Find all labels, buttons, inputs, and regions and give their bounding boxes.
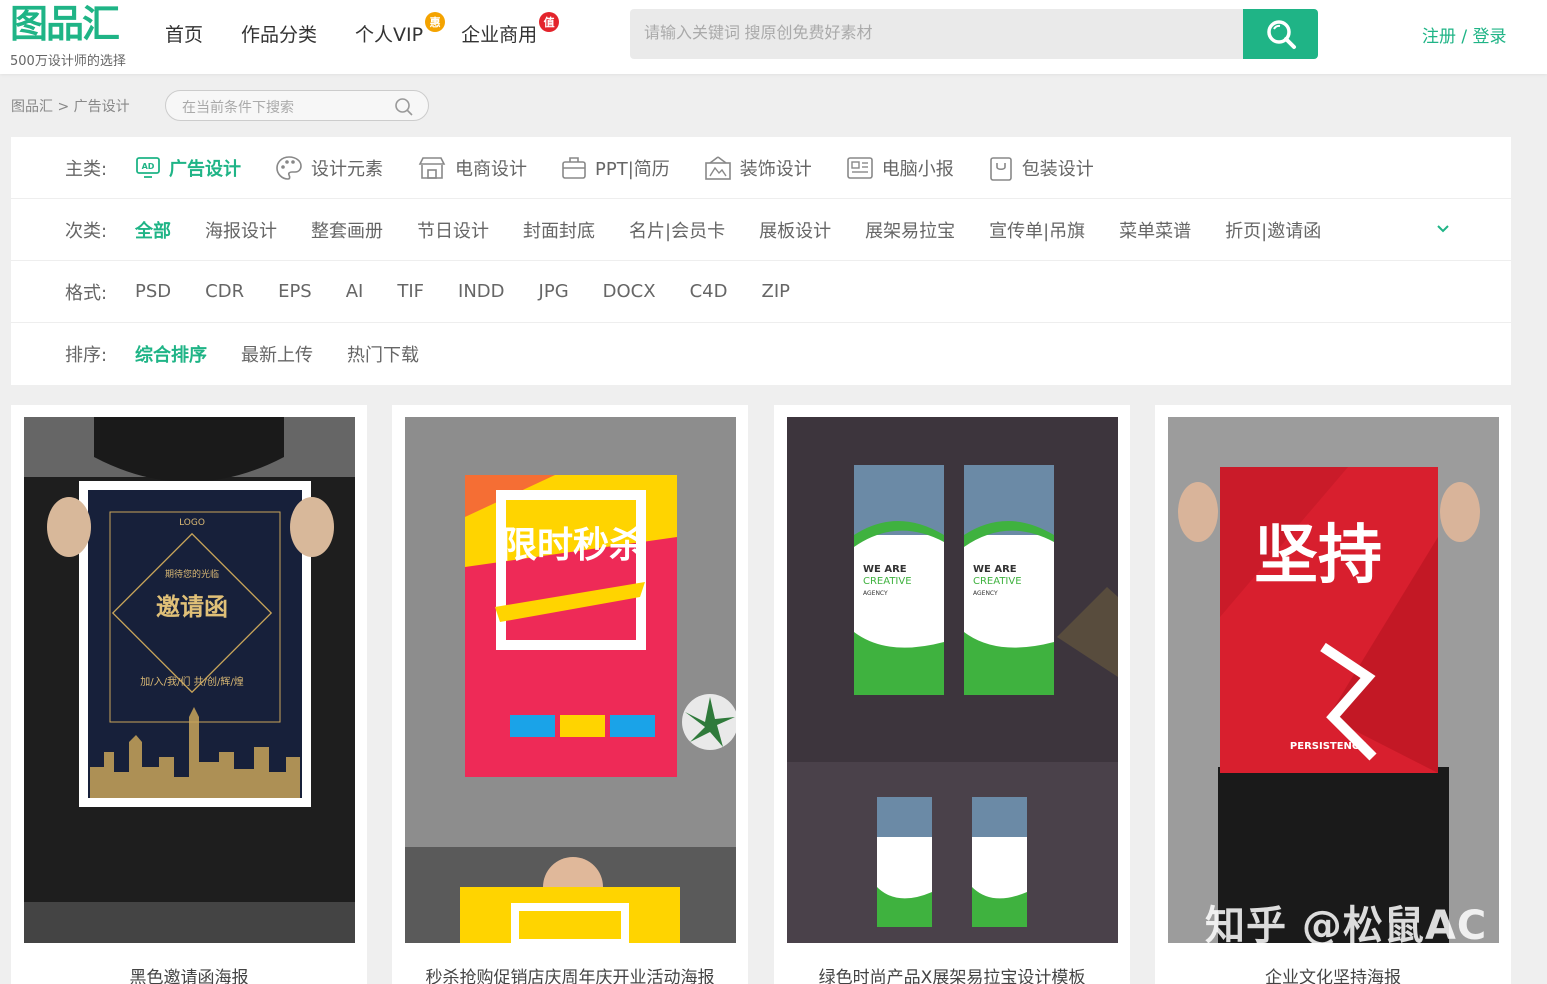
watermark-text: 知乎 @松鼠AC [1205,903,1488,949]
search-bar [630,9,1318,59]
format-option-eps[interactable]: EPS [278,281,312,302]
filter-label-main: 主类: [65,158,108,180]
filter-row-format: 格式: PSD CDR EPS AI TIF INDD JPG DOCX C4D… [11,261,1511,323]
sub-option-board[interactable]: 展板设计 [759,217,831,243]
card-thumbnail[interactable]: LOGO 期待您的光临 邀请函 加/入/我/们 共/创/辉/煌 [24,417,355,943]
sub-option-fold[interactable]: 折页|邀请函 [1225,217,1321,243]
filter-panel: 主类: AD 广告设计 设计元素 电商设计 PPT|简历 装饰设计 电脑小报 包… [11,137,1511,385]
format-option-cdr[interactable]: CDR [205,281,244,302]
poster-main-text: 坚持 [1254,519,1382,593]
filter-row-main: 主类: AD 广告设计 设计元素 电商设计 PPT|简历 装饰设计 电脑小报 包… [11,137,1511,199]
invitation-poster-image: LOGO 期待您的光临 邀请函 加/入/我/们 共/创/辉/煌 [24,417,355,943]
format-option-tif[interactable]: TIF [397,281,424,302]
enterprise-badge: 值 [539,12,560,32]
sub-option-flyer[interactable]: 宣传单|吊旗 [989,217,1085,243]
nav-vip[interactable]: 个人VIP 惠 [355,12,446,47]
poster-logo-text: LOGO [179,518,205,528]
format-option-indd[interactable]: INDD [458,281,505,302]
ad-icon: AD [136,156,160,178]
logo-text: 图品汇 [10,2,120,46]
poster-bottom-text: 加/入/我/们 共/创/辉/煌 [140,675,243,688]
format-option-ai[interactable]: AI [346,281,364,302]
sort-option-overall[interactable]: 综合排序 [135,341,207,367]
main-option-decor[interactable]: 装饰设计 [704,155,812,181]
breadcrumb[interactable]: 图品汇 > 广告设计 [11,96,130,116]
banner-main-text: WE ARE [863,564,907,575]
logo-tagline: 500万设计师的选择 [10,54,126,69]
sub-option-album[interactable]: 整套画册 [311,217,383,243]
result-card[interactable]: LOGO 期待您的光临 邀请函 加/入/我/们 共/创/辉/煌 黑色邀请函海报 [11,405,367,984]
card-thumbnail[interactable]: 限时秒杀 [405,417,736,943]
card-title[interactable]: 企业文化坚持海报 [1155,963,1511,984]
format-option-jpg[interactable]: JPG [539,281,569,302]
banner-tag-text: AGENCY [863,590,888,597]
card-title[interactable]: 秒杀抢购促销店庆周年庆开业活动海报 [392,963,748,984]
format-option-c4d[interactable]: C4D [690,281,728,302]
site-logo[interactable]: 图品汇 500万设计师的选择 [10,2,150,70]
banner-tag-text: AGENCY [973,590,998,597]
poster-main-text: 限时秒杀 [501,525,645,566]
sort-option-popular[interactable]: 热门下载 [347,341,419,367]
search-button[interactable] [1243,9,1318,59]
briefcase-icon [562,156,586,179]
result-card[interactable]: WE ARE CREATIVE AGENCY WE ARE CREATIVE A… [774,405,1130,984]
nav-enterprise[interactable]: 企业商用 值 [461,12,560,47]
main-nav: 首页 作品分类 个人VIP 惠 企业商用 值 [165,12,575,47]
flash-sale-poster-image: 限时秒杀 [405,417,736,943]
filter-label-format: 格式: [65,282,108,304]
nav-home[interactable]: 首页 [165,20,203,47]
filter-search-input[interactable]: 在当前条件下搜索 [165,90,429,121]
chevron-down-icon[interactable] [1435,221,1451,237]
sub-option-rollup[interactable]: 展架易拉宝 [865,217,955,243]
main-option-newspaper[interactable]: 电脑小报 [846,155,954,181]
persistence-poster-image: 坚持 PERSISTENCE [1168,417,1499,943]
poster-main-text: 邀请函 [156,592,228,621]
vip-badge: 惠 [425,12,446,32]
sub-option-cover[interactable]: 封面封底 [523,217,595,243]
format-option-psd[interactable]: PSD [135,281,171,302]
banner-main-text: WE ARE [973,564,1017,575]
sub-option-all[interactable]: 全部 [135,217,171,243]
filter-search-placeholder: 在当前条件下搜索 [182,100,294,116]
card-title[interactable]: 黑色邀请函海报 [11,963,367,984]
banner-sub-text: CREATIVE [863,576,912,587]
sub-option-menu[interactable]: 菜单菜谱 [1119,217,1191,243]
sub-option-card[interactable]: 名片|会员卡 [629,217,725,243]
top-header: 图品汇 500万设计师的选择 首页 作品分类 个人VIP 惠 企业商用 值 注册… [0,0,1547,74]
format-option-docx[interactable]: DOCX [603,281,656,302]
bag-icon [989,156,1012,181]
format-option-zip[interactable]: ZIP [761,281,790,302]
sub-option-holiday[interactable]: 节日设计 [417,217,489,243]
poster-line-text: 期待您的光临 [165,568,219,580]
rollup-banner-image: WE ARE CREATIVE AGENCY WE ARE CREATIVE A… [787,417,1118,943]
sub-option-poster[interactable]: 海报设计 [205,217,277,243]
shop-icon [418,156,446,179]
palette-icon [276,155,302,180]
newspaper-icon [846,156,873,179]
main-option-elements[interactable]: 设计元素 [275,155,383,181]
main-option-packaging[interactable]: 包装设计 [988,154,1094,182]
main-option-ppt[interactable]: PPT|简历 [561,155,670,181]
filter-label-sub: 次类: [65,220,108,242]
search-input[interactable] [630,9,1243,59]
filter-row-sub: 次类: 全部 海报设计 整套画册 节日设计 封面封底 名片|会员卡 展板设计 展… [11,199,1511,261]
login-link[interactable]: 注册 / 登录 [1422,22,1507,47]
search-icon [1266,20,1296,49]
main-option-ecommerce[interactable]: 电商设计 [417,155,527,181]
frame-icon [704,155,731,180]
card-thumbnail[interactable]: 坚持 PERSISTENCE [1168,417,1499,943]
filter-row-sort: 排序: 综合排序 最新上传 热门下载 [11,323,1511,385]
main-option-ad[interactable]: AD 广告设计 [135,155,241,181]
filter-label-sort: 排序: [65,345,108,366]
poster-sub-text: PERSISTENCE [1290,741,1366,752]
result-card[interactable]: 限时秒杀 秒杀抢购促销店庆周年庆开业活动海报 [392,405,748,984]
search-icon [395,98,413,116]
card-thumbnail[interactable]: WE ARE CREATIVE AGENCY WE ARE CREATIVE A… [787,417,1118,943]
nav-categories[interactable]: 作品分类 [241,20,317,47]
card-title[interactable]: 绿色时尚产品X展架易拉宝设计模板 [774,963,1130,984]
svg-text:AD: AD [142,162,155,171]
banner-sub-text: CREATIVE [973,576,1022,587]
sort-option-newest[interactable]: 最新上传 [241,341,313,367]
